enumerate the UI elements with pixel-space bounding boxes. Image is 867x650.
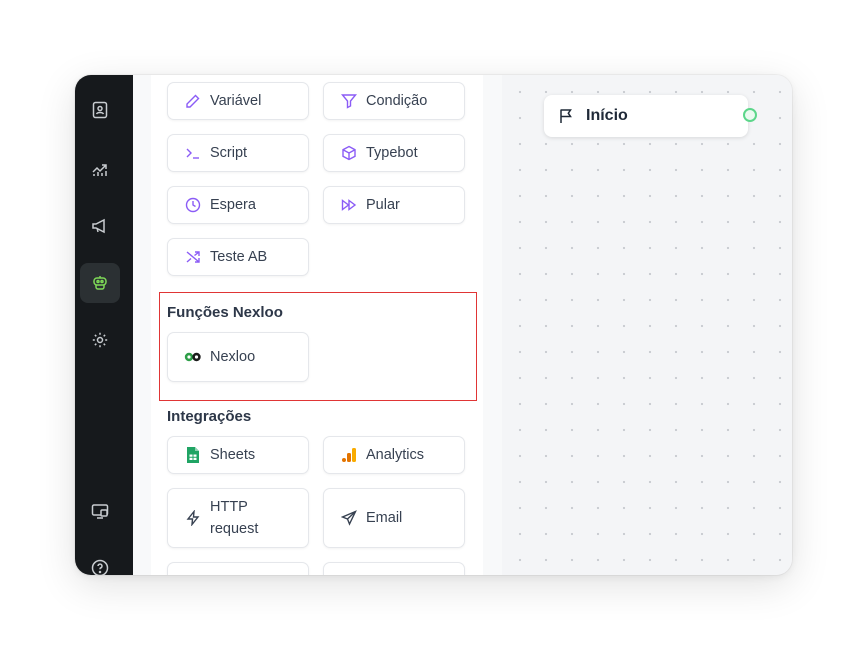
block-label: HTTP request: [210, 496, 258, 540]
start-node-label: Início: [586, 107, 628, 124]
blocks-panel: Variável Condição Script Typebot Espera: [133, 75, 558, 575]
block-nexloo[interactable]: Nexloo: [167, 332, 309, 382]
shuffle-icon: [184, 248, 202, 266]
block-variavel[interactable]: Variável: [167, 82, 309, 120]
block-label: Pular: [366, 197, 400, 213]
block-teste-ab[interactable]: Teste AB: [167, 238, 309, 276]
help-icon[interactable]: [80, 548, 120, 575]
block-pular[interactable]: Pular: [323, 186, 465, 224]
block-script[interactable]: Script: [167, 134, 309, 172]
contacts-icon[interactable]: [80, 90, 120, 130]
megaphone-icon[interactable]: [80, 206, 120, 246]
block-http-request[interactable]: HTTP request: [167, 488, 309, 548]
settings-gear-icon[interactable]: [80, 320, 120, 360]
block-condicao[interactable]: Condição: [323, 82, 465, 120]
block-analytics[interactable]: Analytics: [323, 436, 465, 474]
app-window: Variável Condição Script Typebot Espera: [75, 75, 792, 575]
block-typebot[interactable]: Typebot: [323, 134, 465, 172]
partial-block-icon: [184, 572, 202, 575]
block-label: Email: [366, 510, 403, 526]
sidebar-rail: [75, 75, 133, 575]
analytics-icon: [340, 446, 358, 464]
bot-icon[interactable]: [80, 263, 120, 303]
nexloo-logo-icon: [184, 348, 202, 366]
block-label: Sheets: [210, 447, 256, 463]
send-icon: [340, 509, 358, 527]
sheets-icon: [184, 446, 202, 464]
flow-canvas[interactable]: Início: [502, 75, 792, 575]
filter-icon: [340, 92, 358, 110]
block-sheets[interactable]: Sheets: [167, 436, 309, 474]
block-label: Condição: [366, 93, 428, 109]
flag-icon: [558, 108, 574, 124]
fast-forward-icon: [340, 196, 358, 214]
pencil-icon: [184, 92, 202, 110]
block-espera[interactable]: Espera: [167, 186, 309, 224]
block-label: Nexloo: [210, 349, 256, 365]
clock-icon: [184, 196, 202, 214]
block-label: Typebot: [366, 145, 418, 161]
block-label-line-2: request: [210, 521, 259, 537]
cube-icon: [340, 144, 358, 162]
block-partial-1[interactable]: [167, 562, 309, 575]
section-title-nexloo: Funções Nexloo: [167, 304, 283, 321]
block-label: Script: [210, 145, 248, 161]
start-node[interactable]: Início: [544, 95, 748, 137]
terminal-icon: [184, 144, 202, 162]
block-label: Espera: [210, 197, 256, 213]
block-email[interactable]: Email: [323, 488, 465, 548]
lightning-icon: [184, 509, 202, 527]
start-node-output-handle[interactable]: [743, 108, 757, 122]
block-label: Analytics: [366, 447, 425, 463]
section-title-integracoes: Integrações: [167, 408, 252, 425]
dashboard-screen-icon[interactable]: [80, 491, 120, 531]
block-partial-2[interactable]: [323, 562, 465, 575]
analytics-chart-icon[interactable]: [80, 149, 120, 189]
block-label: Variável: [210, 93, 262, 109]
block-label-line-1: HTTP: [210, 499, 248, 515]
block-label: Teste AB: [210, 249, 268, 265]
